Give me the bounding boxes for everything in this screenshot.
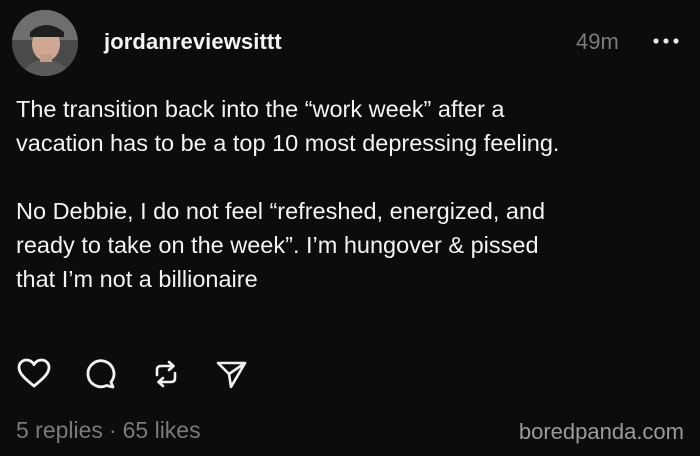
username[interactable]: jordanreviewsittt <box>104 29 282 55</box>
share-button[interactable] <box>214 356 250 392</box>
comment-icon <box>86 359 116 389</box>
stats-separator: · <box>108 417 117 443</box>
timestamp: 49m <box>576 29 619 54</box>
heart-icon <box>17 358 51 388</box>
watermark: boredpanda.com <box>518 419 684 444</box>
repost-button[interactable] <box>148 356 184 392</box>
post-paragraph: No Debbie, I do not feel “refreshed, ene… <box>16 198 546 292</box>
post-body: The transition back into the “work week”… <box>16 92 688 330</box>
likes-count[interactable]: 65 likes <box>123 417 201 443</box>
more-options-button[interactable] <box>650 30 682 52</box>
repost-icon <box>155 360 177 388</box>
replies-count[interactable]: 5 replies <box>16 417 103 443</box>
avatar[interactable] <box>12 10 78 76</box>
reply-button[interactable] <box>82 356 118 392</box>
like-button[interactable] <box>16 356 52 392</box>
avatar-image <box>12 10 78 76</box>
post-paragraph: The transition back into the “work week”… <box>16 96 560 156</box>
share-icon <box>216 361 247 389</box>
post-card: jordanreviewsittt 49m The transition bac… <box>0 0 700 456</box>
post-stats: 5 replies · 65 likes <box>16 417 201 444</box>
more-dots-icon <box>653 38 679 44</box>
